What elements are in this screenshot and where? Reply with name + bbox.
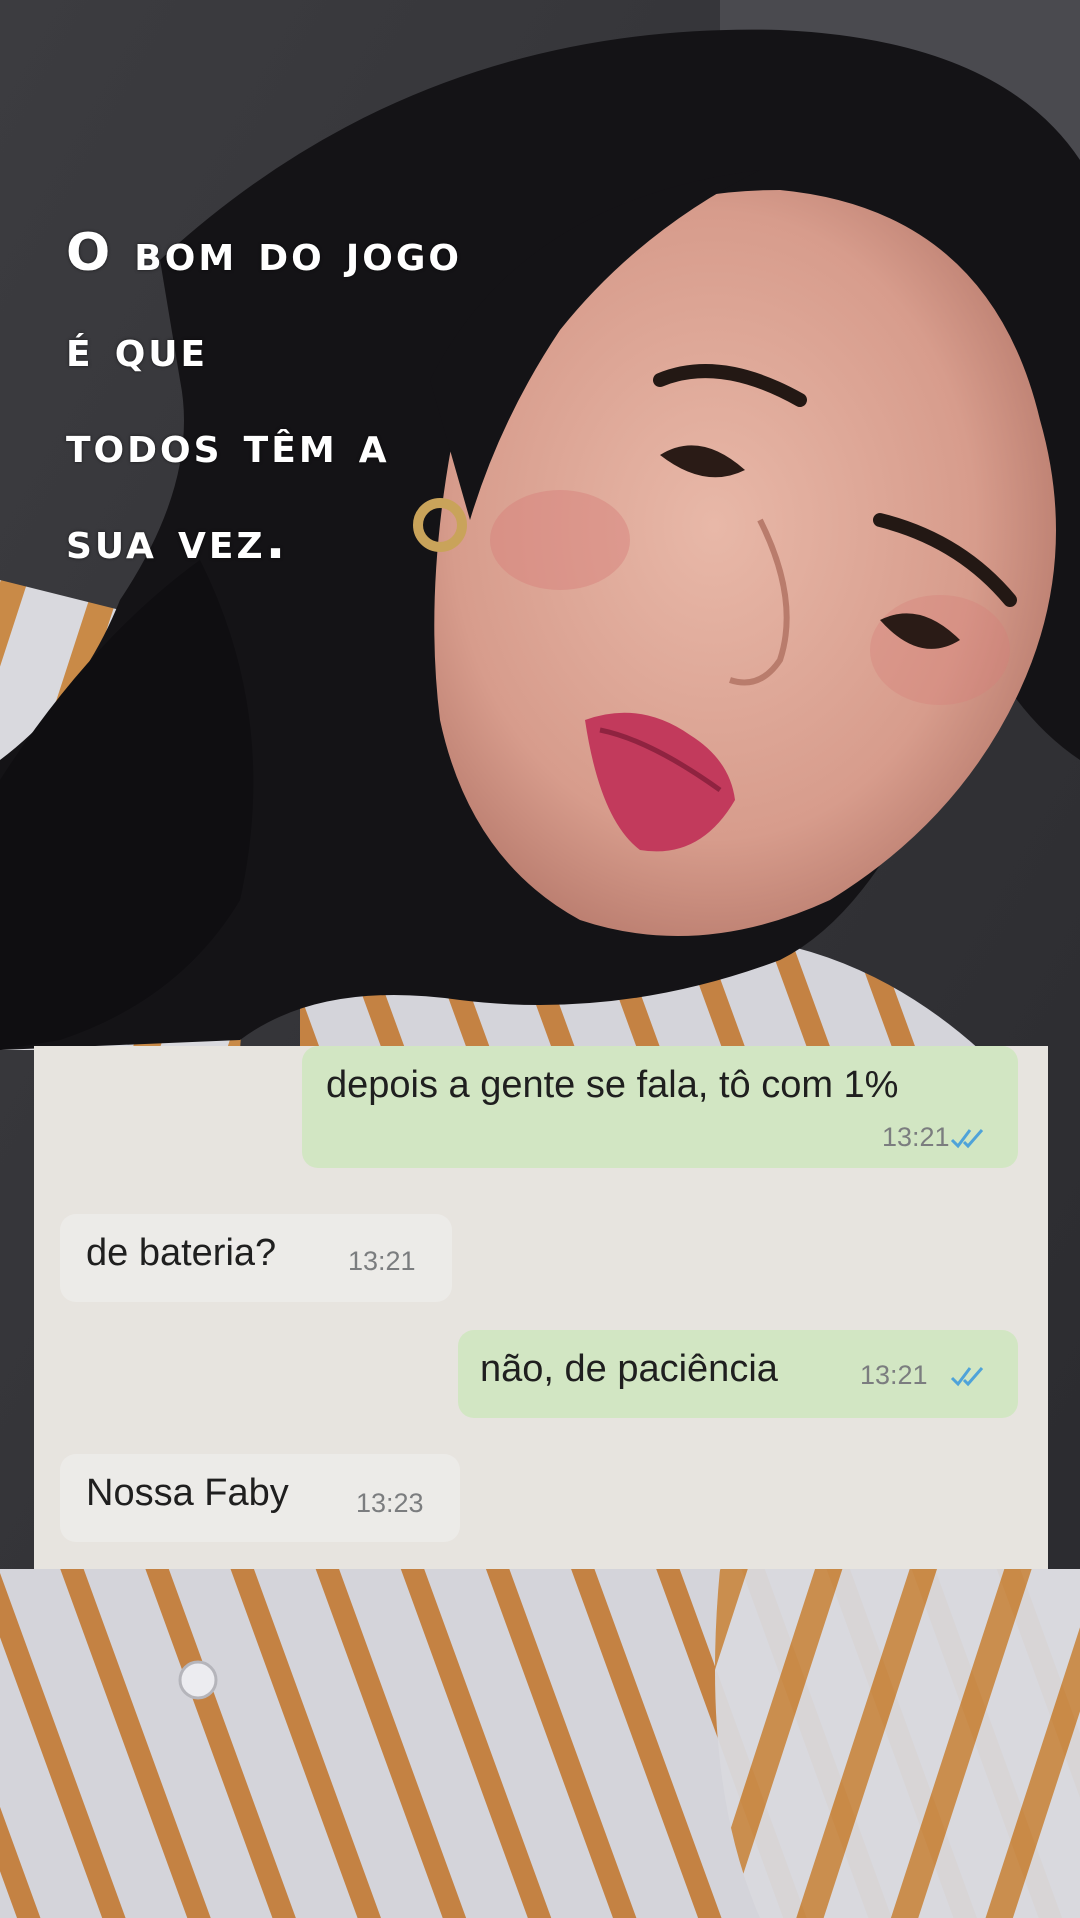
caption-line: sua vez.: [66, 511, 289, 571]
double-check-icon: [950, 1129, 984, 1149]
message-text: não, de paciência: [480, 1348, 778, 1390]
chat-screenshot: depois a gente se fala, tô com 1% 13:21 …: [34, 1046, 1048, 1569]
message-bubble-incoming: Nossa Faby 13:23: [60, 1454, 460, 1542]
story-canvas: O bom do jogo é que todos têm a sua vez.…: [0, 0, 1080, 1918]
message-bubble-outgoing: não, de paciência 13:21: [458, 1330, 1018, 1418]
caption-line: todos têm a: [66, 415, 390, 475]
message-text: de bateria?: [86, 1232, 277, 1274]
message-time: 13:21: [882, 1122, 950, 1152]
message-time: 13:21: [860, 1360, 928, 1390]
message-bubble-outgoing: depois a gente se fala, tô com 1% 13:21: [302, 1046, 1018, 1168]
caption-line: é que: [66, 319, 209, 379]
message-time: 13:21: [348, 1246, 416, 1276]
message-time: 13:23: [356, 1488, 424, 1518]
message-bubble-incoming: de bateria? 13:21: [60, 1214, 452, 1302]
story-caption: O bom do jogo é que todos têm a sua vez.: [66, 205, 586, 589]
double-check-icon: [950, 1367, 984, 1387]
message-text: depois a gente se fala, tô com 1%: [326, 1064, 899, 1106]
caption-line: O bom do jogo: [66, 223, 463, 283]
message-text: Nossa Faby: [86, 1472, 289, 1514]
